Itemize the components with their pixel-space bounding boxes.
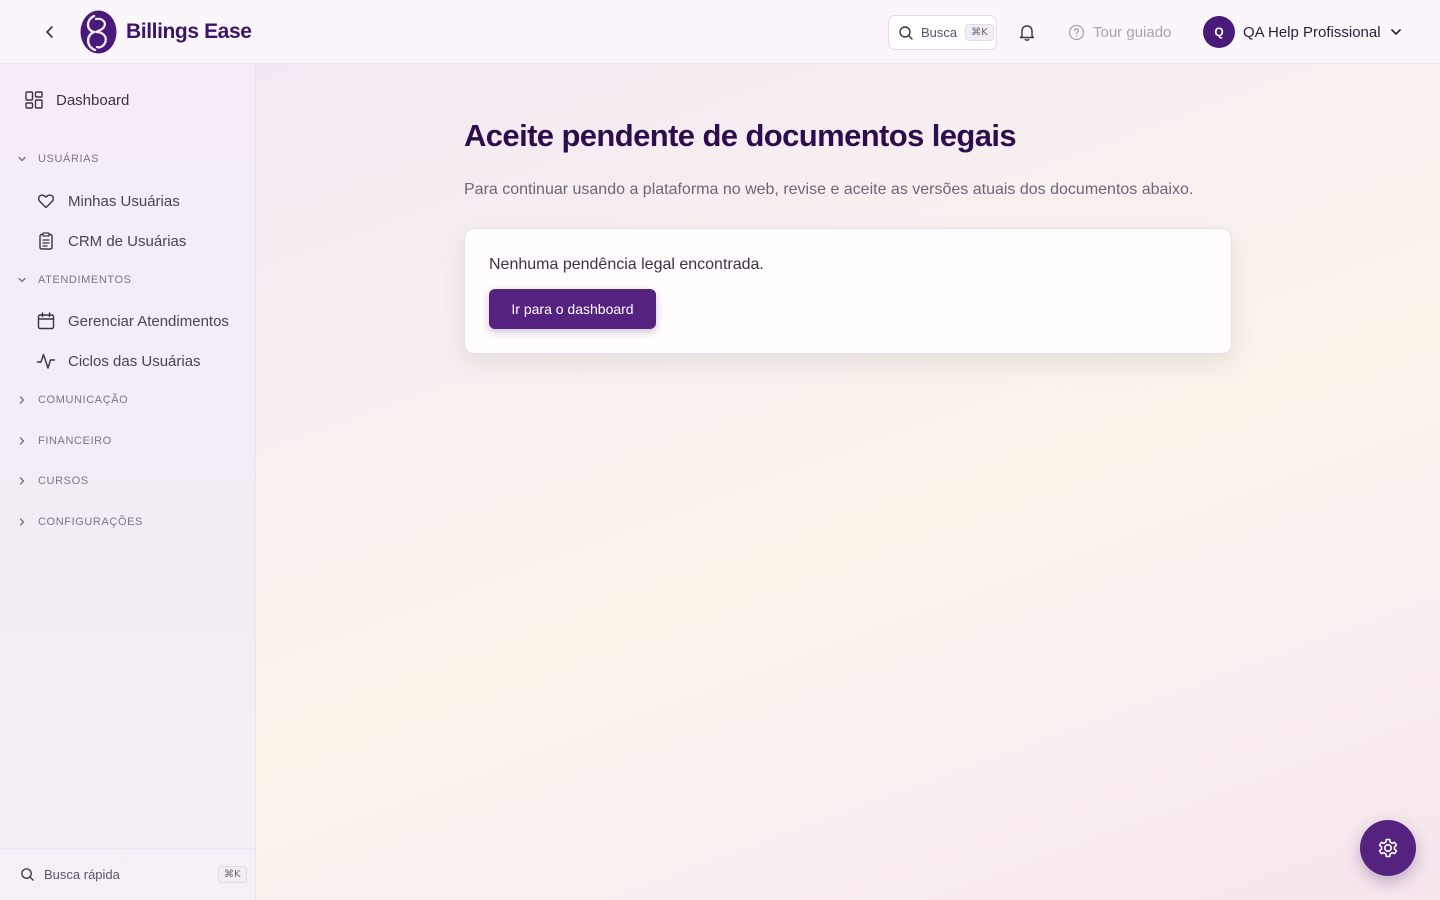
- sidebar-item-label: Minhas Usuárias: [68, 192, 180, 210]
- search-icon: [899, 25, 913, 40]
- sidebar-group-label: FINANCEIRO: [38, 435, 112, 447]
- go-to-dashboard-button[interactable]: Ir para o dashboard: [489, 289, 656, 329]
- chevron-right-icon: [19, 477, 25, 485]
- chevron-down-icon: [18, 156, 26, 162]
- sidebar-group-label: CONFIGURAÇÕES: [38, 516, 143, 528]
- sidebar-group-financeiro[interactable]: FINANCEIRO: [16, 435, 112, 447]
- quick-search-shortcut: ⌘K: [218, 866, 247, 883]
- page-title: Aceite pendente de documentos legais: [464, 118, 1017, 153]
- user-name: QA Help Profissional: [1243, 23, 1381, 41]
- sidebar-group-label: CURSOS: [38, 475, 89, 487]
- sidebar-item-label: CRM de Usuárias: [68, 232, 187, 250]
- guided-tour-label: Tour guiado: [1093, 23, 1172, 41]
- sidebar: Dashboard USUÁRIAS Minhas Usuárias CRM d…: [0, 64, 256, 900]
- activity-icon: [36, 353, 56, 369]
- quick-search-label: Busca rápida: [44, 867, 120, 882]
- sidebar-item-label: Ciclos das Usuárias: [68, 352, 201, 370]
- sidebar-group-label: USUÁRIAS: [38, 153, 100, 165]
- top-bar: Billings Ease Busca ⌘K Tour guiado Q QA …: [0, 0, 1440, 64]
- sidebar-group-configuracoes[interactable]: CONFIGURAÇÕES: [16, 516, 143, 528]
- sidebar-item-dashboard[interactable]: Dashboard: [24, 90, 129, 110]
- sidebar-group-comunicacao[interactable]: COMUNICAÇÃO: [16, 394, 128, 406]
- avatar: Q: [1203, 16, 1235, 48]
- chevron-down-icon: [1390, 29, 1401, 35]
- sidebar-item-ciclos-usuarias[interactable]: Ciclos das Usuárias: [36, 351, 201, 371]
- bell-icon: [1019, 25, 1035, 41]
- search-button[interactable]: Busca ⌘K: [888, 15, 997, 50]
- search-icon: [21, 868, 34, 881]
- chevron-right-icon: [19, 518, 25, 526]
- brand-name: Billings Ease: [126, 20, 252, 43]
- settings-fab-button[interactable]: [1360, 820, 1416, 876]
- brand-logo[interactable]: Billings Ease: [80, 10, 252, 54]
- user-menu[interactable]: Q QA Help Profissional: [1203, 16, 1403, 48]
- dashboard-icon: [25, 91, 43, 109]
- sidebar-group-label: COMUNICAÇÃO: [38, 394, 129, 406]
- main-content: Aceite pendente de documentos legais Par…: [256, 64, 1440, 900]
- chevron-right-icon: [19, 437, 25, 445]
- back-button[interactable]: [36, 18, 64, 46]
- gear-icon: [1378, 838, 1398, 858]
- legal-status-card: Nenhuma pendência legal encontrada. Ir p…: [464, 228, 1232, 354]
- notifications-button[interactable]: [1013, 18, 1041, 46]
- sidebar-group-usuarias[interactable]: USUÁRIAS: [16, 153, 99, 165]
- chevron-right-icon: [19, 396, 25, 404]
- search-label: Busca: [921, 25, 958, 40]
- clipboard-icon: [39, 232, 53, 250]
- chevron-down-icon: [18, 277, 26, 283]
- sidebar-item-gerenciar-atendimentos[interactable]: Gerenciar Atendimentos: [36, 311, 229, 331]
- sidebar-group-atendimentos[interactable]: ATENDIMENTOS: [16, 274, 132, 286]
- page-subtitle: Para continuar usando a plataforma no we…: [464, 181, 1194, 198]
- guided-tour-button[interactable]: Tour guiado: [1068, 20, 1171, 44]
- help-circle-icon: [1068, 24, 1085, 40]
- sidebar-item-crm-usuarias[interactable]: CRM de Usuárias: [36, 231, 186, 251]
- quick-search-button[interactable]: Busca rápida ⌘K: [0, 848, 255, 900]
- heart-icon: [37, 194, 55, 209]
- sidebar-item-label: Dashboard: [56, 91, 130, 109]
- search-shortcut: ⌘K: [965, 24, 994, 41]
- sidebar-group-label: ATENDIMENTOS: [38, 274, 132, 286]
- calendar-icon: [37, 312, 55, 330]
- sidebar-item-minhas-usuarias[interactable]: Minhas Usuárias: [36, 191, 180, 211]
- status-message: Nenhuma pendência legal encontrada.: [489, 256, 764, 273]
- sidebar-item-label: Gerenciar Atendimentos: [68, 312, 229, 330]
- sidebar-group-cursos[interactable]: CURSOS: [16, 475, 89, 487]
- logo-mark-icon: [80, 10, 117, 54]
- chevron-left-icon: [46, 26, 53, 38]
